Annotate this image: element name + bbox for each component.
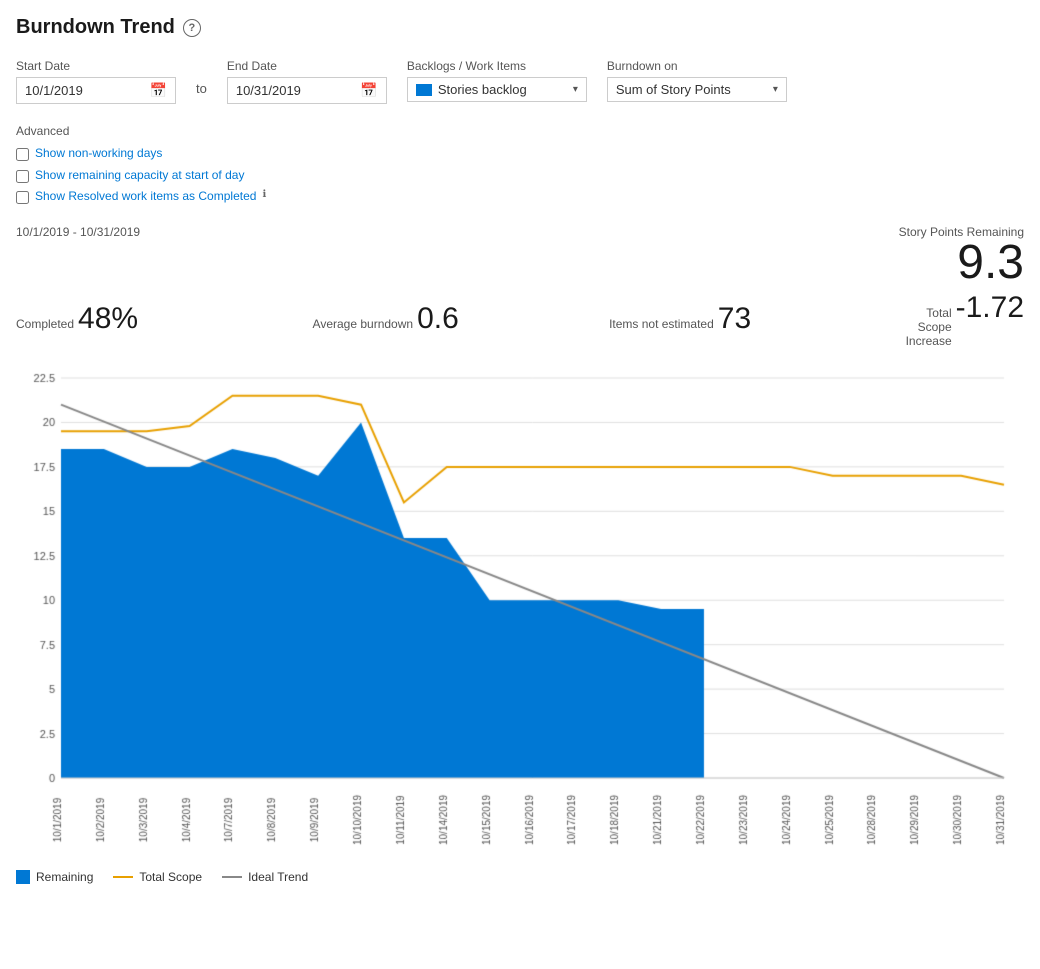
page-title-section: Burndown Trend ? (16, 16, 1024, 39)
legend-total-scope: Total Scope (113, 870, 202, 884)
checkbox-resolved-items: Show Resolved work items as Completed ℹ (16, 189, 266, 205)
chart-legend: Remaining Total Scope Ideal Trend (16, 870, 1024, 884)
checkbox-remaining-capacity: Show remaining capacity at start of day (16, 168, 266, 184)
start-date-label: Start Date (16, 59, 176, 73)
backlogs-value: Stories backlog (438, 82, 567, 97)
start-date-calendar-icon[interactable]: 📅 (150, 82, 167, 99)
backlogs-dropdown[interactable]: Stories backlog ▾ (407, 77, 587, 102)
burndown-value: Sum of Story Points (616, 82, 767, 97)
end-date-input[interactable]: 10/31/2019 📅 (227, 77, 387, 104)
advanced-label: Advanced (16, 124, 266, 138)
total-scope-increase-label: Total Scope Increase (906, 306, 952, 348)
end-date-value: 10/31/2019 (236, 83, 355, 98)
advanced-section: Advanced Show non-working days Show rema… (16, 124, 266, 205)
checkbox-non-working-days-label[interactable]: Show non-working days (35, 146, 162, 162)
burndown-chart (16, 358, 1024, 858)
completed-label: Completed (16, 317, 74, 331)
chart-section: 10/1/2019 - 10/31/2019 Story Points Rema… (16, 225, 1024, 884)
legend-ideal-trend-color (222, 876, 242, 878)
completed-value: 48% (78, 302, 138, 336)
checkbox-resolved-items-label[interactable]: Show Resolved work items as Completed (35, 189, 256, 205)
backlogs-group: Backlogs / Work Items Stories backlog ▾ (407, 59, 587, 102)
backlogs-label: Backlogs / Work Items (407, 59, 587, 73)
start-date-value: 10/1/2019 (25, 83, 144, 98)
legend-ideal-trend-label: Ideal Trend (248, 870, 308, 884)
checkbox-resolved-items-input[interactable] (16, 191, 29, 204)
completed-stat: Completed 48% (16, 302, 313, 336)
legend-ideal-trend: Ideal Trend (222, 870, 308, 884)
end-date-group: End Date 10/31/2019 📅 (227, 59, 387, 104)
backlogs-icon (416, 84, 432, 96)
story-points-remaining-value: 9.3 (899, 239, 1024, 287)
resolved-items-info-icon[interactable]: ℹ (262, 189, 266, 200)
average-burndown-stat: Average burndown 0.6 (313, 302, 610, 336)
controls-row: Start Date 10/1/2019 📅 to End Date 10/31… (16, 59, 1024, 205)
checkbox-remaining-capacity-label[interactable]: Show remaining capacity at start of day (35, 168, 244, 184)
average-burndown-value: 0.6 (417, 302, 459, 336)
to-separator: to (196, 81, 207, 104)
items-not-estimated-stat: Items not estimated 73 (609, 302, 906, 336)
burndown-label: Burndown on (607, 59, 787, 73)
checkbox-non-working-days: Show non-working days (16, 146, 266, 162)
items-not-estimated-value: 73 (718, 302, 751, 336)
legend-total-scope-color (113, 876, 133, 878)
legend-total-scope-label: Total Scope (139, 870, 202, 884)
help-icon[interactable]: ? (183, 19, 201, 37)
burndown-dropdown[interactable]: Sum of Story Points ▾ (607, 77, 787, 102)
total-scope-increase-value: -1.72 (956, 291, 1024, 325)
total-scope-increase-stat: Total Scope Increase -1.72 (906, 291, 1024, 348)
date-range-label: 10/1/2019 - 10/31/2019 (16, 225, 140, 239)
end-date-label: End Date (227, 59, 387, 73)
backlogs-chevron-icon: ▾ (573, 84, 578, 95)
page-title: Burndown Trend (16, 16, 175, 39)
checkbox-remaining-capacity-input[interactable] (16, 170, 29, 183)
bottom-stats-row: Completed 48% Average burndown 0.6 Items… (16, 291, 1024, 348)
legend-remaining-label: Remaining (36, 870, 93, 884)
checkbox-non-working-days-input[interactable] (16, 148, 29, 161)
start-date-input[interactable]: 10/1/2019 📅 (16, 77, 176, 104)
story-points-remaining-stat: Story Points Remaining 9.3 (899, 225, 1024, 287)
items-not-estimated-label: Items not estimated (609, 317, 714, 331)
start-date-group: Start Date 10/1/2019 📅 (16, 59, 176, 104)
legend-remaining-color (16, 870, 30, 884)
average-burndown-label: Average burndown (313, 317, 414, 331)
burndown-group: Burndown on Sum of Story Points ▾ (607, 59, 787, 102)
end-date-calendar-icon[interactable]: 📅 (360, 82, 377, 99)
legend-remaining: Remaining (16, 870, 93, 884)
burndown-chevron-icon: ▾ (773, 84, 778, 95)
